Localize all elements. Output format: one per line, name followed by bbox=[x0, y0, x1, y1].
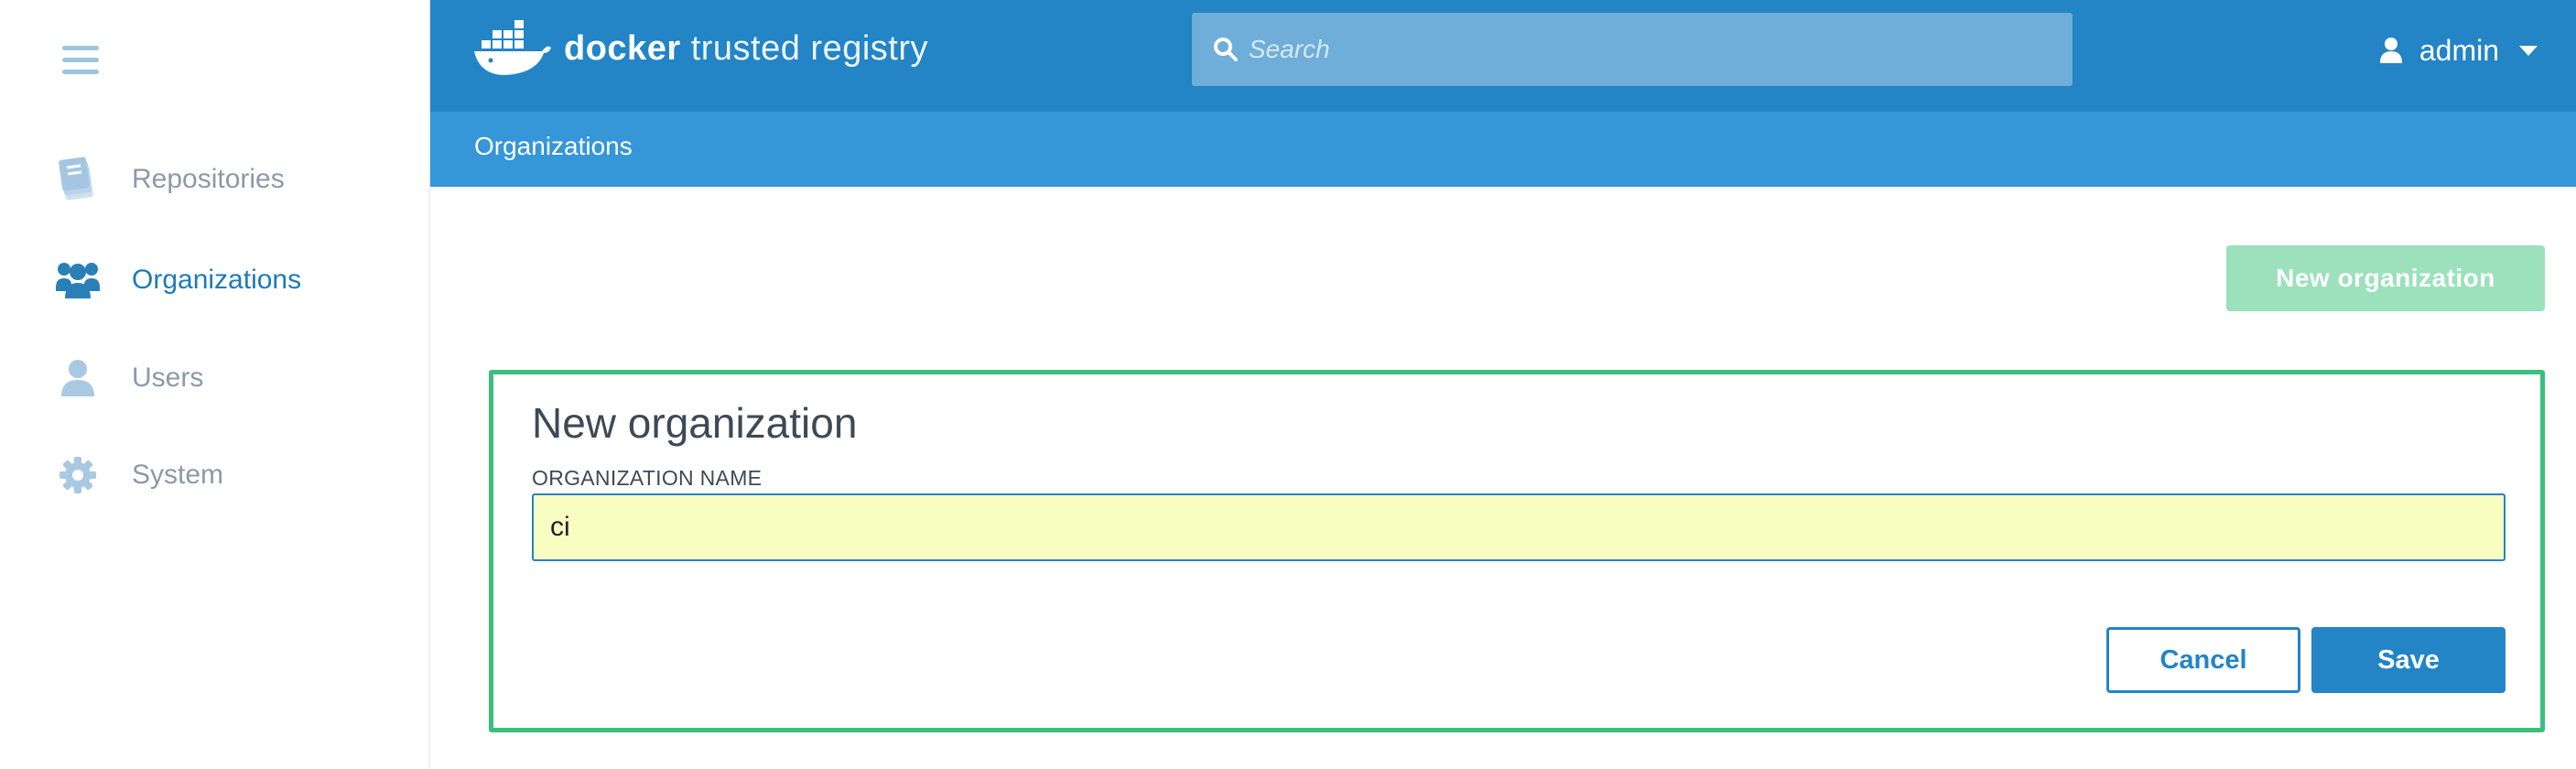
cancel-button[interactable]: Cancel bbox=[2106, 627, 2300, 693]
user-icon bbox=[53, 353, 103, 403]
sidebar-item-organizations[interactable]: Organizations bbox=[53, 251, 419, 309]
organization-name-label: ORGANIZATION NAME bbox=[532, 466, 763, 490]
search-bar[interactable] bbox=[1192, 13, 2073, 86]
new-organization-form: New organization ORGANIZATION NAME Cance… bbox=[489, 370, 2545, 732]
sidebar-item-label: Users bbox=[132, 363, 204, 393]
user-menu[interactable]: admin bbox=[2379, 27, 2538, 73]
username-label: admin bbox=[2419, 33, 2499, 67]
chevron-down-icon bbox=[2519, 45, 2538, 56]
app-title: docker trusted registry bbox=[564, 28, 928, 68]
sidebar-item-system[interactable]: System bbox=[53, 446, 419, 504]
group-icon bbox=[53, 255, 103, 305]
new-organization-button[interactable]: New organization bbox=[2226, 245, 2545, 311]
organization-name-input[interactable] bbox=[532, 493, 2506, 561]
books-icon bbox=[53, 155, 103, 204]
sidebar: Repositories Organizations Users System bbox=[0, 0, 430, 769]
top-header: docker trusted registry admin bbox=[430, 0, 2576, 112]
form-title: New organization bbox=[532, 399, 858, 447]
breadcrumb-organizations[interactable]: Organizations bbox=[474, 132, 633, 161]
sidebar-item-label: Repositories bbox=[132, 164, 285, 194]
sidebar-item-label: Organizations bbox=[132, 265, 302, 295]
breadcrumb: Organizations bbox=[430, 112, 2576, 187]
sidebar-item-users[interactable]: Users bbox=[53, 349, 419, 407]
docker-whale-icon bbox=[474, 20, 551, 75]
hamburger-menu-icon[interactable] bbox=[62, 46, 99, 77]
sidebar-item-label: System bbox=[132, 460, 224, 490]
save-button[interactable]: Save bbox=[2311, 627, 2506, 693]
search-icon bbox=[1214, 38, 1238, 61]
gear-icon bbox=[53, 450, 103, 500]
app-logo[interactable]: docker trusted registry bbox=[472, 16, 928, 81]
search-input[interactable] bbox=[1249, 22, 2073, 77]
user-icon bbox=[2379, 38, 2402, 63]
sidebar-item-repositories[interactable]: Repositories bbox=[53, 150, 419, 209]
